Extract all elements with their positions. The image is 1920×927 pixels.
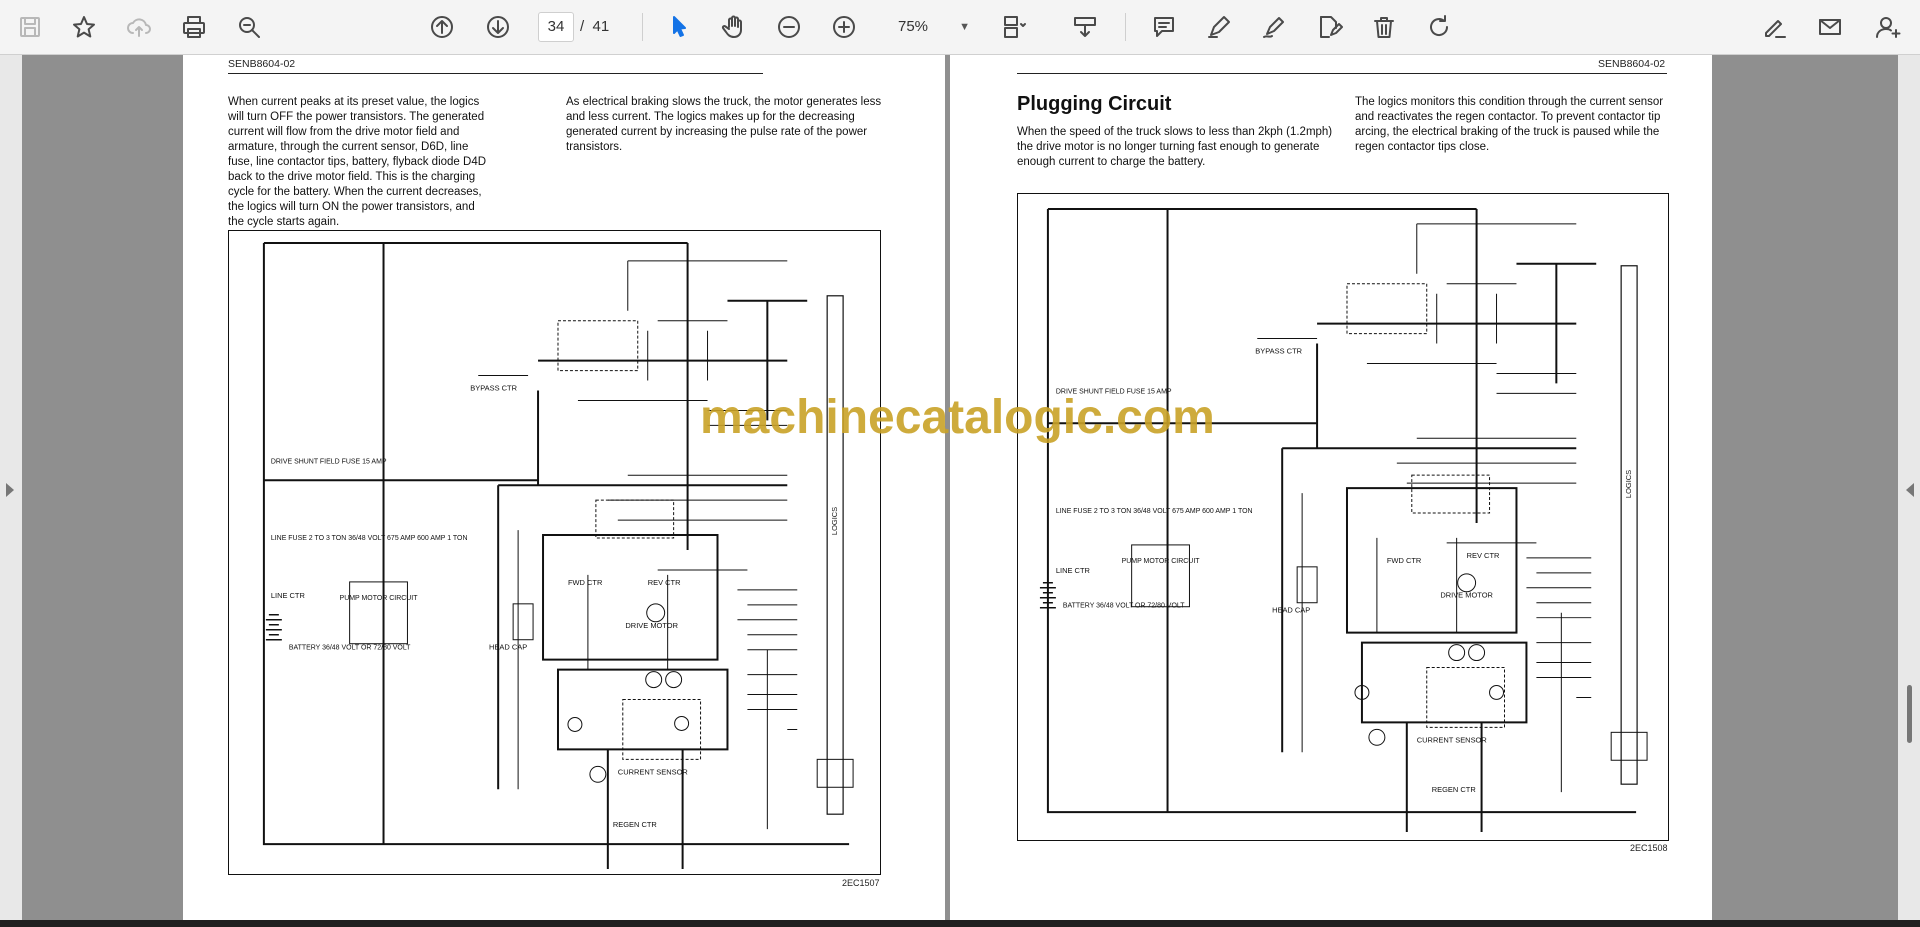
head-cap-label: HEAD CAP <box>489 643 527 652</box>
left-panel-toggle[interactable] <box>0 55 22 927</box>
bookmark-star-icon[interactable] <box>66 9 102 45</box>
section-title: Plugging Circuit <box>1017 93 1172 115</box>
page-down-icon[interactable] <box>480 9 516 45</box>
page-left: SENB8604-02 When current peaks at its pr… <box>183 55 945 920</box>
scrollbar-thumb[interactable] <box>1907 685 1912 743</box>
highlight-pen-icon[interactable] <box>1201 9 1237 45</box>
add-user-icon[interactable] <box>1870 9 1906 45</box>
line-ctr-label: LINE CTR <box>271 591 306 600</box>
save-icon[interactable] <box>12 9 48 45</box>
current-sensor-label: CURRENT SENSOR <box>618 767 689 776</box>
page-total: / 41 <box>580 18 609 35</box>
document-viewer[interactable]: SENB8604-02 When current peaks at its pr… <box>0 55 1920 927</box>
expand-left-icon <box>6 483 14 497</box>
scroll-mode-icon[interactable] <box>1067 9 1103 45</box>
select-pointer-icon[interactable] <box>661 9 697 45</box>
zoom-out-icon[interactable] <box>771 9 807 45</box>
logics-label: LOGICS <box>830 507 839 535</box>
circuit-diagram: PUMP MOTOR CIRCUIT DRIVE MOTOR HEAD CAP … <box>228 230 881 875</box>
pump-circuit-label: PUMP MOTOR CIRCUIT <box>1122 558 1201 565</box>
battery-label: BATTERY 36/48 VOLT OR 72/80 VOLT <box>1063 603 1185 610</box>
paragraph-right: As electrical braking slows the truck, t… <box>566 96 882 153</box>
email-icon[interactable] <box>1812 9 1848 45</box>
head-cap-label: HEAD CAP <box>1272 606 1310 615</box>
page-up-icon[interactable] <box>424 9 460 45</box>
doc-id: SENB8604-02 <box>228 58 296 70</box>
drive-motor-label: DRIVE MOTOR <box>625 621 678 630</box>
watermark: machinecatalogic.com <box>700 391 1215 444</box>
regen-ctr-label: REGEN CTR <box>613 820 658 829</box>
rev-ctr-label: REV CTR <box>1467 551 1500 560</box>
toolbar: 34 / 41 75% ▼ <box>0 0 1920 55</box>
header-rule <box>228 73 763 74</box>
comment-icon[interactable] <box>1146 9 1182 45</box>
page-total-count: 41 <box>592 18 610 35</box>
paragraph-right: The logics monitors this condition throu… <box>1355 96 1664 153</box>
line-ctr-label: LINE CTR <box>1056 566 1091 575</box>
sign-icon[interactable] <box>1757 9 1793 45</box>
zoom-in-icon[interactable] <box>826 9 862 45</box>
chevron-down-icon: ▼ <box>959 21 970 33</box>
figure-code: 2EC1508 <box>1630 843 1668 853</box>
line-fuse-label: LINE FUSE 2 TO 3 TON 36/48 VOLT 675 AMP … <box>271 535 468 542</box>
delete-trash-icon[interactable] <box>1366 9 1402 45</box>
shunt-fuse-label: DRIVE SHUNT FIELD FUSE 15 AMP <box>271 458 387 465</box>
page-separator: / <box>580 18 585 35</box>
zoom-level-select[interactable]: 75% ▼ <box>880 12 976 42</box>
rotate-icon[interactable] <box>1421 9 1457 45</box>
line-fuse-label: LINE FUSE 2 TO 3 TON 36/48 VOLT 675 AMP … <box>1056 508 1253 515</box>
cloud-upload-icon[interactable] <box>121 9 157 45</box>
battery-label: BATTERY 36/48 VOLT OR 72/80 VOLT <box>289 645 411 652</box>
drive-motor-label: DRIVE MOTOR <box>1440 591 1493 600</box>
hand-pan-icon[interactable] <box>716 9 752 45</box>
figure-code: 2EC1507 <box>842 878 880 888</box>
circuit-diagram: PUMP MOTOR CIRCUIT DRIVE MOTOR HEAD CAP … <box>1017 193 1669 841</box>
rev-ctr-label: REV CTR <box>648 578 681 587</box>
paragraph-left: When the speed of the truck slows to les… <box>1017 126 1333 168</box>
page-right: SENB8604-02 Plugging Circuit When the sp… <box>950 55 1712 920</box>
page-number-input[interactable]: 34 <box>538 12 574 42</box>
vertical-scrollbar[interactable] <box>1898 55 1920 927</box>
logics-label: LOGICS <box>1624 470 1633 498</box>
current-sensor-label: CURRENT SENSOR <box>1417 735 1488 744</box>
bypass-ctr-label: BYPASS CTR <box>470 384 517 393</box>
pump-circuit-label: PUMP MOTOR CIRCUIT <box>340 595 419 602</box>
fit-page-icon[interactable] <box>996 9 1032 45</box>
zoom-search-icon[interactable] <box>231 9 267 45</box>
bypass-ctr-label: BYPASS CTR <box>1255 347 1302 356</box>
draw-icon[interactable] <box>1256 9 1292 45</box>
regen-ctr-label: REGEN CTR <box>1432 785 1477 794</box>
print-icon[interactable] <box>176 9 212 45</box>
paragraph-left: When current peaks at its preset value, … <box>228 96 487 228</box>
fwd-ctr-label: FWD CTR <box>568 578 603 587</box>
fwd-ctr-label: FWD CTR <box>1387 556 1422 565</box>
zoom-level-value: 75% <box>898 18 929 35</box>
edit-document-icon[interactable] <box>1311 9 1347 45</box>
doc-id: SENB8604-02 <box>1598 58 1666 70</box>
header-rule <box>1017 73 1667 74</box>
